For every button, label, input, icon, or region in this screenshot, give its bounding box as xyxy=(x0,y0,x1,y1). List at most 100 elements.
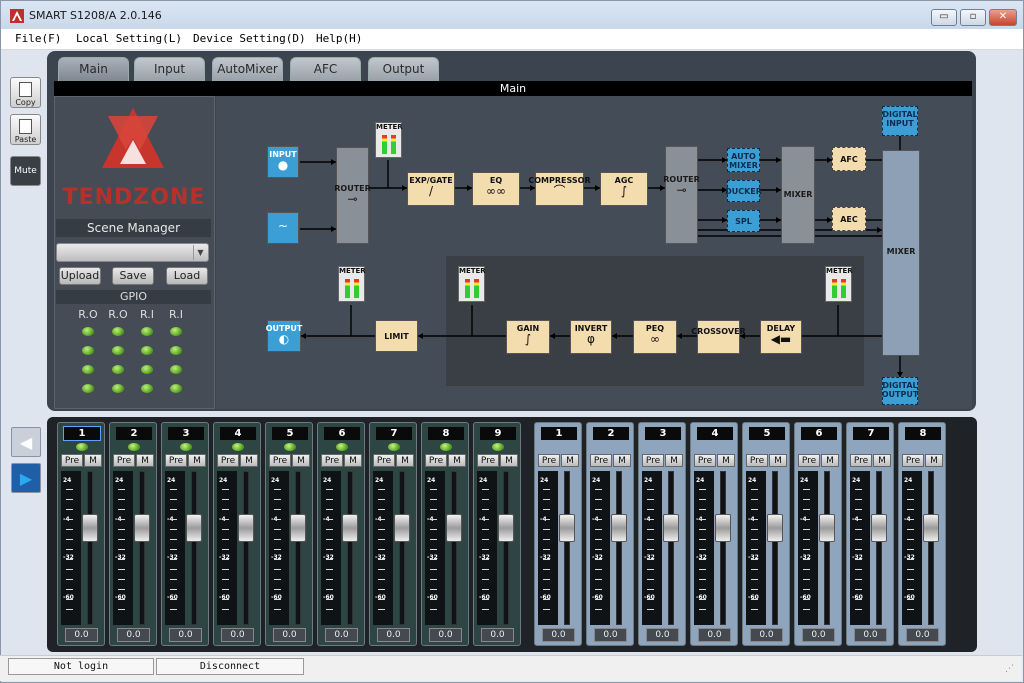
tab-input[interactable]: Input xyxy=(134,57,205,81)
channel-number[interactable]: 7 xyxy=(376,427,412,440)
fader-value[interactable]: 0.0 xyxy=(169,628,202,642)
fader-knob[interactable] xyxy=(290,514,306,542)
mute-channel-button[interactable]: M xyxy=(925,454,943,467)
limit-block[interactable]: LIMIT xyxy=(375,320,418,352)
fader-track[interactable] xyxy=(616,471,622,625)
fader-track[interactable] xyxy=(399,471,405,625)
fader-value[interactable]: 0.0 xyxy=(646,628,679,642)
load-button[interactable]: Load xyxy=(166,267,208,285)
fader-knob[interactable] xyxy=(446,514,462,542)
fader-knob[interactable] xyxy=(819,514,835,542)
pre-button[interactable]: Pre xyxy=(61,454,83,467)
mute-channel-button[interactable]: M xyxy=(188,454,206,467)
fader-track[interactable] xyxy=(824,471,830,625)
meter-block[interactable]: METER xyxy=(375,122,403,158)
fader-value[interactable]: 0.0 xyxy=(594,628,627,642)
fader-knob[interactable] xyxy=(923,514,939,542)
invert-block[interactable]: INVERT φ xyxy=(570,320,612,354)
pre-button[interactable]: Pre xyxy=(694,454,716,467)
fader-value[interactable]: 0.0 xyxy=(750,628,783,642)
fader-value[interactable]: 0.0 xyxy=(325,628,358,642)
channel-number[interactable]: 3 xyxy=(645,427,681,440)
menu-help[interactable]: Help(H) xyxy=(316,32,362,45)
pre-button[interactable]: Pre xyxy=(217,454,239,467)
fader-knob[interactable] xyxy=(498,514,514,542)
fader-knob[interactable] xyxy=(871,514,887,542)
router-block-2[interactable]: ROUTER ⊸ xyxy=(663,146,700,244)
delay-block[interactable]: DELAY ◀▬ xyxy=(760,320,802,354)
channel-number[interactable]: 3 xyxy=(168,427,204,440)
minimize-button[interactable]: ▭ xyxy=(931,9,957,26)
menu-local-setting[interactable]: Local Setting(L) xyxy=(76,32,182,45)
channel-number[interactable]: 2 xyxy=(593,427,629,440)
pre-button[interactable]: Pre xyxy=(477,454,499,467)
input-line-block[interactable]: ~ xyxy=(267,212,299,244)
channel-number[interactable]: 6 xyxy=(801,427,837,440)
channel-number[interactable]: 1 xyxy=(63,426,101,441)
gpio-led-icon[interactable] xyxy=(112,365,124,374)
channel-number[interactable]: 5 xyxy=(272,427,308,440)
fader-value[interactable]: 0.0 xyxy=(429,628,462,642)
paste-button[interactable]: Paste xyxy=(10,114,41,145)
pre-button[interactable]: Pre xyxy=(746,454,768,467)
channel-number[interactable]: 4 xyxy=(697,427,733,440)
mute-channel-button[interactable]: M xyxy=(448,454,466,467)
output-block[interactable]: OUTPUT ◐ xyxy=(266,320,302,352)
gpio-led-icon[interactable] xyxy=(82,384,94,393)
fader-value[interactable]: 0.0 xyxy=(698,628,731,642)
fader-track[interactable] xyxy=(564,471,570,625)
pre-button[interactable]: Pre xyxy=(269,454,291,467)
channel-number[interactable]: 6 xyxy=(324,427,360,440)
pre-button[interactable]: Pre xyxy=(321,454,343,467)
fader-value[interactable]: 0.0 xyxy=(221,628,254,642)
compressor-block[interactable]: COMPRESSOR ⌒ xyxy=(528,172,591,206)
tab-main[interactable]: Main xyxy=(58,57,129,81)
router-block-1[interactable]: ROUTER ⊸ xyxy=(334,147,371,244)
maximize-button[interactable]: ▫ xyxy=(960,9,986,26)
pre-button[interactable]: Pre xyxy=(642,454,664,467)
fader-value[interactable]: 0.0 xyxy=(802,628,835,642)
gpio-led-icon[interactable] xyxy=(82,365,94,374)
mute-channel-button[interactable]: M xyxy=(344,454,362,467)
mute-button[interactable]: Mute xyxy=(10,156,41,186)
fader-knob[interactable] xyxy=(611,514,627,542)
pre-button[interactable]: Pre xyxy=(798,454,820,467)
fader-track[interactable] xyxy=(928,471,934,625)
input-block[interactable]: INPUT ● xyxy=(267,146,299,178)
gain-block[interactable]: GAIN ∫ xyxy=(506,320,550,354)
fader-knob[interactable] xyxy=(767,514,783,542)
menu-file[interactable]: File(F) xyxy=(15,32,61,45)
save-button[interactable]: Save xyxy=(112,267,154,285)
afc-block[interactable]: AFC xyxy=(832,147,866,171)
fader-track[interactable] xyxy=(503,471,509,625)
pre-button[interactable]: Pre xyxy=(425,454,447,467)
tab-afc[interactable]: AFC xyxy=(290,57,361,81)
fader-knob[interactable] xyxy=(238,514,254,542)
upload-button[interactable]: Upload xyxy=(59,267,101,285)
tab-automixer[interactable]: AutoMixer xyxy=(212,57,283,81)
channel-number[interactable]: 8 xyxy=(905,427,941,440)
mute-channel-button[interactable]: M xyxy=(84,454,102,467)
mixer-block-2[interactable]: MIXER xyxy=(882,150,920,356)
gpio-led-icon[interactable] xyxy=(112,384,124,393)
mute-channel-button[interactable]: M xyxy=(292,454,310,467)
peq-block[interactable]: PEQ ∞ xyxy=(633,320,677,354)
fader-track[interactable] xyxy=(876,471,882,625)
fader-track[interactable] xyxy=(139,471,145,625)
mute-channel-button[interactable]: M xyxy=(613,454,631,467)
gpio-led-icon[interactable] xyxy=(170,365,182,374)
automixer-block[interactable]: AUTO MIXER xyxy=(727,148,760,172)
channel-number[interactable]: 7 xyxy=(853,427,889,440)
fader-value[interactable]: 0.0 xyxy=(906,628,939,642)
mixer-block-1[interactable]: MIXER xyxy=(781,146,815,244)
mute-channel-button[interactable]: M xyxy=(136,454,154,467)
gpio-led-icon[interactable] xyxy=(82,346,94,355)
fader-track[interactable] xyxy=(295,471,301,625)
gpio-led-icon[interactable] xyxy=(170,384,182,393)
fader-track[interactable] xyxy=(347,471,353,625)
fader-knob[interactable] xyxy=(186,514,202,542)
tab-output[interactable]: Output xyxy=(368,57,439,81)
fader-value[interactable]: 0.0 xyxy=(377,628,410,642)
copy-button[interactable]: Copy xyxy=(10,77,41,108)
gpio-led-icon[interactable] xyxy=(82,327,94,336)
